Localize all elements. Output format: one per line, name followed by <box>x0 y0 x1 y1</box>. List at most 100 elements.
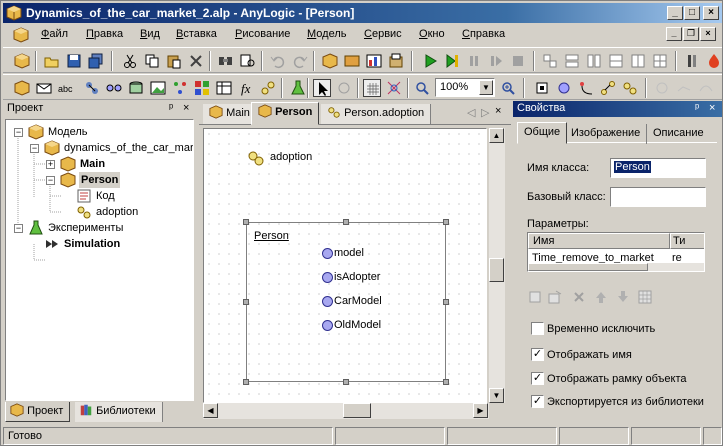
tab-person[interactable]: Person <box>251 102 320 125</box>
function-icon[interactable]: fx <box>237 79 255 97</box>
run-icon[interactable] <box>421 52 439 70</box>
paste-icon[interactable] <box>165 52 183 70</box>
layout-2-icon[interactable] <box>563 52 581 70</box>
new-chart-icon[interactable] <box>365 52 383 70</box>
show-name-checkbox[interactable]: ✓ <box>531 348 544 361</box>
pin-icon[interactable]: ᵖ <box>169 101 173 116</box>
resize-handle[interactable] <box>243 219 249 225</box>
scroll-up-icon[interactable]: ▲ <box>489 128 504 143</box>
save-all-icon[interactable] <box>87 52 105 70</box>
move-up-icon[interactable] <box>593 289 609 305</box>
column-header-name[interactable]: Имя <box>528 233 670 249</box>
resize-handle[interactable] <box>243 299 249 305</box>
resize-handle[interactable] <box>243 379 249 385</box>
tab-appearance[interactable]: Изображение <box>565 124 648 144</box>
zoom-select[interactable]: 100% ▼ <box>435 78 495 97</box>
resize-handle[interactable] <box>443 379 449 385</box>
child-restore-button[interactable]: ❐ <box>683 27 699 41</box>
resize-handle[interactable] <box>443 219 449 225</box>
snap-icon[interactable] <box>385 79 403 97</box>
layout-6-icon[interactable] <box>651 52 669 70</box>
copy-icon[interactable] <box>143 52 161 70</box>
menu-window[interactable]: Окно <box>419 28 445 40</box>
scroll-left-icon[interactable]: ◀ <box>203 403 218 418</box>
tab-libraries[interactable]: Библиотеки <box>75 402 163 422</box>
zoom-in-icon[interactable] <box>499 79 517 97</box>
export-checkbox[interactable]: ✓ <box>531 395 544 408</box>
help-icon[interactable] <box>683 52 701 70</box>
statechart-label[interactable]: adoption <box>270 151 312 163</box>
state-icon[interactable] <box>259 79 277 97</box>
edit-param-icon[interactable] <box>547 289 563 305</box>
param-grid-icon[interactable] <box>637 289 653 305</box>
scroll-right-icon[interactable]: ▶ <box>473 403 488 418</box>
oval-disabled-icon[interactable] <box>653 79 671 97</box>
new-model-icon[interactable] <box>13 52 31 70</box>
tab-general[interactable]: Общие <box>517 122 568 144</box>
layout-3-icon[interactable] <box>585 52 603 70</box>
show-frame-checkbox[interactable]: ✓ <box>531 372 544 385</box>
find-icon[interactable] <box>217 52 235 70</box>
child-minimize-button[interactable]: _ <box>666 27 682 41</box>
column-header-type[interactable]: Ти <box>670 233 704 249</box>
collapse-toggle-icon[interactable]: − <box>14 128 23 137</box>
flask-icon[interactable] <box>289 79 307 97</box>
square-shape-icon[interactable] <box>533 79 551 97</box>
class-name-field[interactable]: Person <box>610 158 706 178</box>
menu-model[interactable]: Модель <box>307 28 347 40</box>
scroll-down-icon[interactable]: ▼ <box>489 388 504 403</box>
pause-icon[interactable] <box>465 52 483 70</box>
menu-file[interactable]: Файл <box>41 28 68 40</box>
stop-icon[interactable] <box>509 52 527 70</box>
statechart-icon[interactable] <box>247 149 265 167</box>
circle-shape-icon[interactable] <box>555 79 573 97</box>
table-hscroll-thumb[interactable] <box>528 263 648 271</box>
menu-insert[interactable]: Вставка <box>176 28 217 40</box>
vertical-scroll-thumb[interactable] <box>489 258 504 282</box>
table-icon[interactable] <box>215 79 233 97</box>
tab-main[interactable]: Main <box>203 104 257 124</box>
class-icon[interactable] <box>13 79 31 97</box>
resize-grip-icon[interactable] <box>703 427 722 445</box>
layout-5-icon[interactable] <box>629 52 647 70</box>
menu-draw[interactable]: Рисование <box>235 28 290 40</box>
collapse-toggle-icon[interactable]: − <box>14 224 23 233</box>
tab-scroll-right-icon[interactable]: ▷ <box>481 106 489 119</box>
curve-disabled-icon[interactable] <box>697 79 715 97</box>
transition-icon[interactable] <box>577 79 595 97</box>
horizontal-scrollbar[interactable]: ◀ ▶ <box>203 403 489 419</box>
cut-icon[interactable] <box>121 52 139 70</box>
collapse-toggle-icon[interactable]: − <box>30 144 39 153</box>
tab-project[interactable]: Проект <box>5 402 71 422</box>
zoom-dropdown-arrow-icon[interactable]: ▼ <box>479 80 493 95</box>
minimize-button[interactable]: _ <box>667 6 683 20</box>
image-icon[interactable] <box>149 79 167 97</box>
palette-icon[interactable] <box>193 79 211 97</box>
expand-toggle-icon[interactable]: + <box>46 160 55 169</box>
child-close-button[interactable]: × <box>700 27 716 41</box>
exclude-checkbox[interactable] <box>531 322 544 335</box>
step-over-icon[interactable] <box>487 52 505 70</box>
menu-tools[interactable]: Сервис <box>364 28 402 40</box>
layout-1-icon[interactable] <box>541 52 559 70</box>
statechart-icon[interactable] <box>621 79 639 97</box>
step-icon[interactable] <box>443 52 461 70</box>
add-param-icon[interactable] <box>527 289 543 305</box>
resize-handle[interactable] <box>343 379 349 385</box>
panel-close-icon[interactable]: × <box>709 101 715 116</box>
menu-edit[interactable]: Правка <box>86 28 123 40</box>
zoom-fit-icon[interactable] <box>413 79 431 97</box>
maximize-button[interactable]: □ <box>684 6 700 20</box>
new-package-icon[interactable] <box>387 52 405 70</box>
resize-handle[interactable] <box>343 219 349 225</box>
undo-icon[interactable] <box>269 52 287 70</box>
branch-icon[interactable] <box>599 79 617 97</box>
new-class-icon[interactable] <box>321 52 339 70</box>
pan-icon[interactable] <box>335 79 353 97</box>
tab-description[interactable]: Описание <box>647 124 710 144</box>
title-bar[interactable]: Dynamics_of_the_car_market_2.alp - AnyLo… <box>3 3 722 23</box>
text-icon[interactable]: abc <box>57 79 75 97</box>
close-button[interactable]: × <box>703 6 719 20</box>
select-arrow-icon[interactable] <box>313 79 331 97</box>
document-icon[interactable] <box>13 27 29 43</box>
